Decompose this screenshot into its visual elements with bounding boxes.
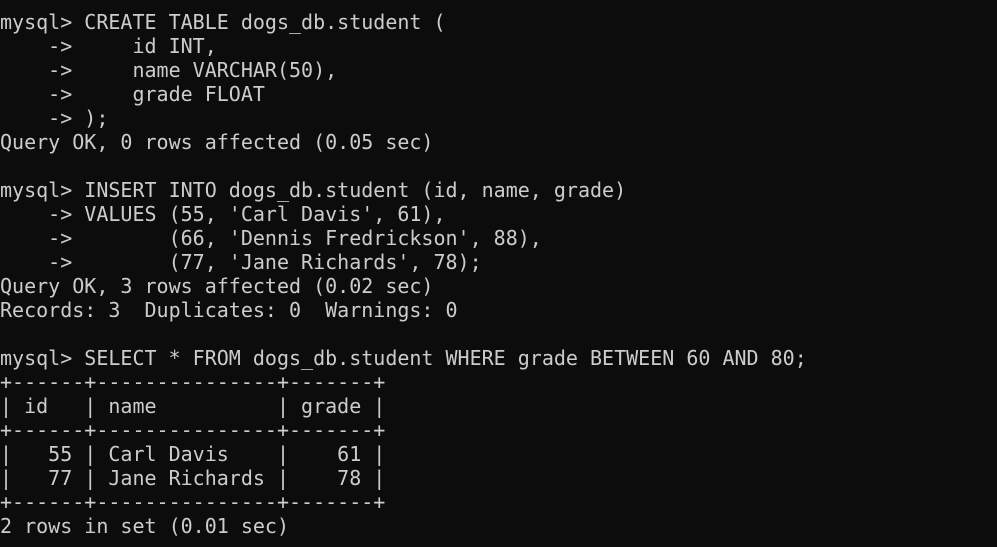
continuation-line: -> grade FLOAT bbox=[0, 82, 265, 106]
table-row: | 77 | Jane Richards | 78 | bbox=[0, 466, 386, 490]
continuation-line: -> VALUES (55, 'Carl Davis', 61), bbox=[0, 202, 446, 226]
rows-in-set-message: 2 rows in set (0.01 sec) bbox=[0, 514, 289, 538]
continuation-line: -> id INT, bbox=[0, 34, 217, 58]
continuation-line: -> ); bbox=[0, 106, 109, 130]
table-row: | 55 | Carl Davis | 61 | bbox=[0, 442, 386, 466]
continuation-line: -> name VARCHAR(50), bbox=[0, 58, 338, 82]
continuation-line: -> (77, 'Jane Richards', 78); bbox=[0, 250, 482, 274]
prompt-insert: mysql> INSERT INTO dogs_db.student (id, … bbox=[0, 178, 627, 202]
table-border: +------+---------------+-------+ bbox=[0, 418, 386, 442]
prompt-select: mysql> SELECT * FROM dogs_db.student WHE… bbox=[0, 346, 807, 370]
terminal-output[interactable]: mysql> CREATE TABLE dogs_db.student ( ->… bbox=[0, 10, 997, 547]
query-result-message: Query OK, 3 rows affected (0.02 sec) bbox=[0, 274, 434, 298]
table-header-row: | id | name | grade | bbox=[0, 394, 386, 418]
prompt-create-table: mysql> CREATE TABLE dogs_db.student ( bbox=[0, 10, 446, 34]
query-result-message: Query OK, 0 rows affected (0.05 sec) bbox=[0, 130, 434, 154]
records-summary: Records: 3 Duplicates: 0 Warnings: 0 bbox=[0, 298, 458, 322]
table-border: +------+---------------+-------+ bbox=[0, 370, 386, 394]
table-border: +------+---------------+-------+ bbox=[0, 490, 386, 514]
continuation-line: -> (66, 'Dennis Fredrickson', 88), bbox=[0, 226, 542, 250]
